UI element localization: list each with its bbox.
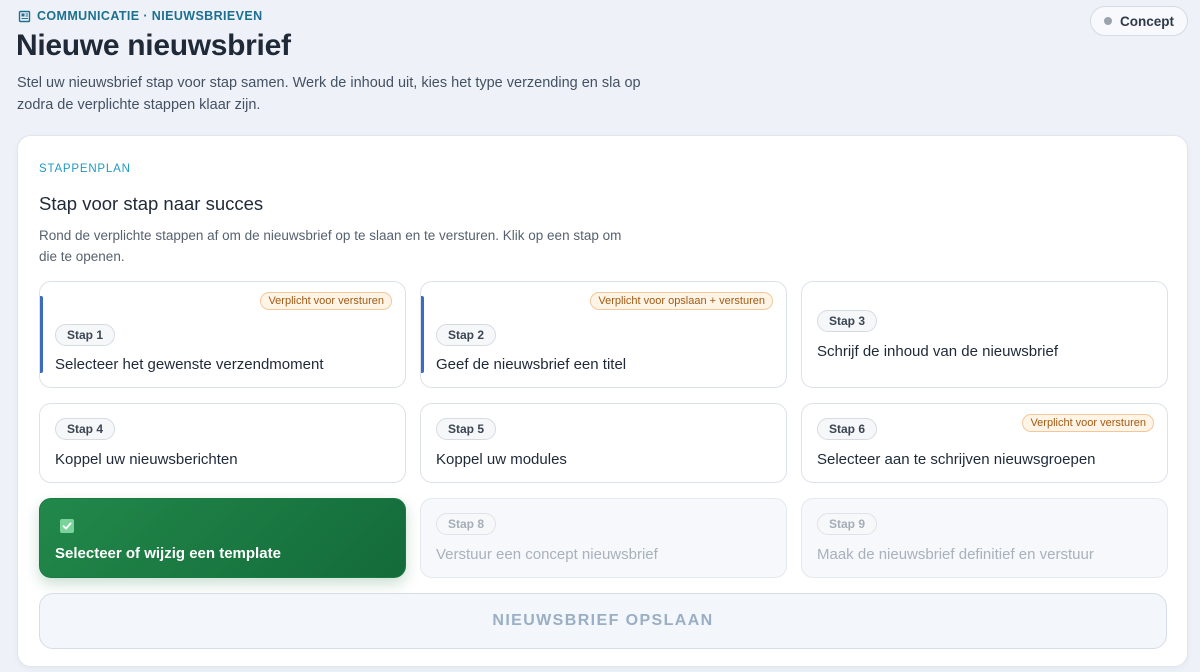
step-badge: Stap 5	[436, 418, 497, 440]
steps-card: Stappenplan Stap voor stap naar succes R…	[17, 135, 1188, 667]
step-2[interactable]: Verplicht voor opslaan + versturen Stap …	[420, 281, 787, 388]
status-label: Concept	[1120, 13, 1174, 29]
step-label: Geef de nieuwsbrief een titel	[436, 356, 627, 373]
step-badge: Stap 9	[817, 513, 878, 535]
step-3[interactable]: Stap 3 Schrijf de inhoud van de nieuwsbr…	[801, 281, 1168, 388]
page-description: Stel uw nieuwsbrief stap voor stap samen…	[17, 75, 641, 113]
step-1[interactable]: Verplicht voor versturen Stap 1 Selectee…	[39, 281, 406, 388]
checkbox-checked-icon	[60, 519, 74, 533]
page-title: Nieuwe nieuwsbrief	[16, 29, 291, 62]
card-eyebrow: Stappenplan	[39, 163, 131, 175]
card-description: Rond de verplichte stappen af om de nieu…	[39, 228, 622, 264]
required-badge: Verplicht voor versturen	[1022, 414, 1154, 432]
step-badge: Stap 4	[55, 418, 116, 440]
save-newsletter-button[interactable]: Nieuwsbrief opslaan	[39, 593, 1167, 649]
status-dot-icon	[1104, 17, 1112, 25]
active-accent	[421, 296, 424, 373]
card-title: Stap voor stap naar succes	[39, 193, 264, 214]
step-label: Schrijf de inhoud van de nieuwsbrief	[817, 343, 1058, 360]
step-label: Koppel uw nieuwsberichten	[55, 451, 238, 468]
step-6[interactable]: Verplicht voor versturen Stap 6 Selectee…	[801, 403, 1168, 483]
step-9: Stap 9 Maak de nieuwsbrief definitief en…	[801, 498, 1168, 578]
step-badge: Stap 1	[55, 324, 116, 346]
step-4[interactable]: Stap 4 Koppel uw nieuwsberichten	[39, 403, 406, 483]
newspaper-icon	[18, 10, 31, 23]
step-label: Koppel uw modules	[436, 451, 567, 468]
step-5[interactable]: Stap 5 Koppel uw modules	[420, 403, 787, 483]
status-badge: Concept	[1090, 6, 1188, 36]
breadcrumb: Communicatie · Nieuwsbrieven	[18, 9, 263, 23]
step-8: Stap 8 Verstuur een concept nieuwsbrief	[420, 498, 787, 578]
breadcrumb-label: Communicatie · Nieuwsbrieven	[37, 9, 263, 23]
step-label: Verstuur een concept nieuwsbrief	[436, 546, 658, 563]
step-badge: Stap 3	[817, 310, 878, 332]
step-7[interactable]: Selecteer of wijzig een template	[39, 498, 406, 578]
required-badge: Verplicht voor opslaan + versturen	[590, 292, 773, 310]
step-label: Selecteer aan te schrijven nieuwsgroepen	[817, 451, 1096, 468]
step-badge: Stap 8	[436, 513, 497, 535]
active-accent	[40, 296, 43, 373]
required-badge: Verplicht voor versturen	[260, 292, 392, 310]
step-label: Selecteer of wijzig een template	[55, 545, 281, 562]
step-label: Maak de nieuwsbrief definitief en verstu…	[817, 546, 1094, 563]
step-label: Selecteer het gewenste verzendmoment	[55, 356, 324, 373]
step-badge: Stap 2	[436, 324, 497, 346]
step-badge: Stap 6	[817, 418, 878, 440]
